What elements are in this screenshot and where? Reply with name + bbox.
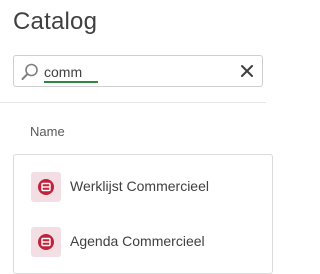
search-input[interactable]: [44, 63, 224, 81]
list-item[interactable]: Agenda Commercieel: [14, 222, 274, 262]
results-list: Werklijst Commercieel Agenda Commercieel: [13, 154, 273, 274]
search-box[interactable]: [13, 55, 263, 87]
app-icon: [31, 227, 61, 257]
section-divider: [0, 102, 266, 103]
list-item-label: Agenda Commercieel: [70, 233, 205, 249]
close-icon[interactable]: [240, 64, 254, 78]
search-icon: [20, 62, 40, 82]
list-item-label: Werklijst Commercieel: [70, 178, 209, 194]
page-title: Catalog: [13, 8, 98, 35]
list-item[interactable]: Werklijst Commercieel: [14, 167, 274, 207]
column-header-name[interactable]: Name: [30, 124, 65, 139]
app-icon: [31, 172, 61, 202]
search-input-underline: [44, 81, 98, 83]
